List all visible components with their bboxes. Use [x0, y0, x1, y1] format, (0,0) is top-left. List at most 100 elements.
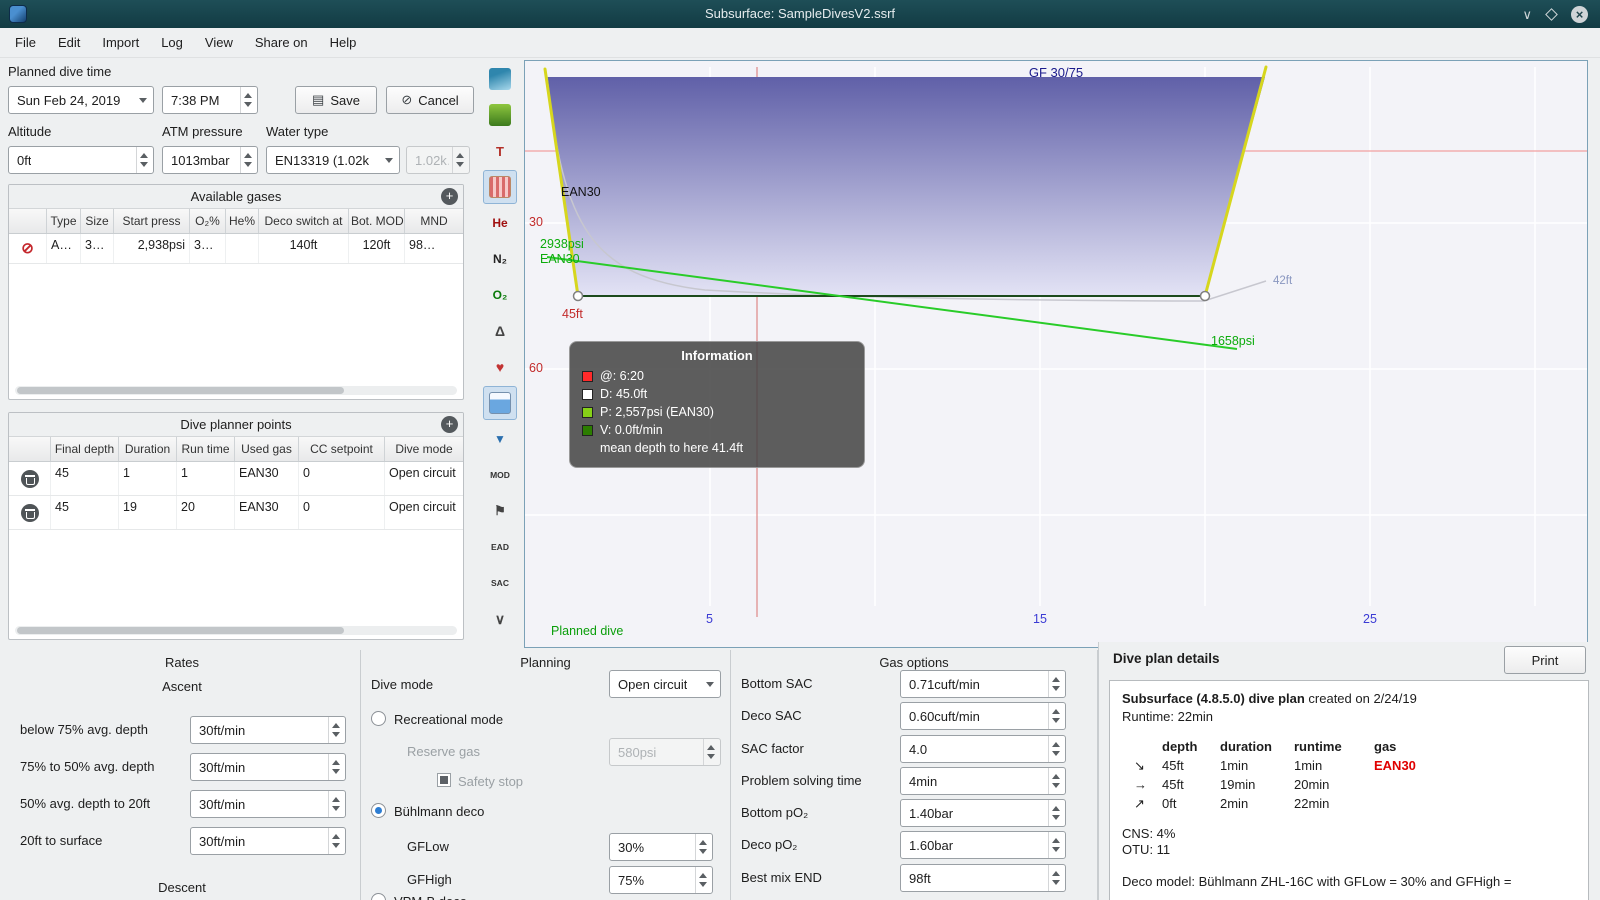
ead-icon[interactable]: EAD — [483, 530, 517, 564]
add-waypoint-button[interactable]: + — [441, 416, 458, 433]
spinner-buttons-icon[interactable] — [328, 828, 342, 854]
ascent-rate-50-spinner[interactable]: 30ft/min — [190, 753, 346, 781]
tissue-heatmap-icon[interactable] — [483, 170, 517, 204]
ascent-rate-75-spinner[interactable]: 30ft/min — [190, 716, 346, 744]
photos-icon[interactable] — [483, 386, 517, 420]
column-header-duration[interactable]: Duration — [119, 437, 177, 461]
column-header-size[interactable]: Size — [81, 209, 114, 233]
close-window-icon[interactable]: × — [1571, 5, 1588, 23]
spinner-buttons-icon[interactable] — [1048, 832, 1062, 858]
problem-solving-time-spinner[interactable]: 4min — [900, 767, 1066, 795]
waypoint-gas-cell[interactable]: EAN30 — [235, 462, 299, 495]
spinner-buttons-icon[interactable] — [695, 867, 709, 893]
temperature-icon[interactable]: T — [483, 134, 517, 168]
sac-icon[interactable]: SAC — [483, 566, 517, 600]
column-header-used-gas[interactable]: Used gas — [235, 437, 299, 461]
waypoint-row[interactable]: 45 19 20 EAN30 0 Open circuit — [9, 496, 463, 530]
delete-waypoint-icon[interactable] — [20, 469, 39, 488]
buhlmann-deco-radio[interactable] — [371, 803, 386, 818]
gfhigh-spinner[interactable]: 75% — [609, 866, 713, 894]
waypoint-handle[interactable] — [1199, 290, 1211, 302]
water-type-combo[interactable]: EN13319 (1.02k — [266, 146, 400, 174]
best-mix-end-spinner[interactable]: 98ft — [900, 864, 1066, 892]
spinner-buttons-icon[interactable] — [695, 834, 709, 860]
spinner-buttons-icon[interactable] — [136, 147, 150, 173]
pp-nitrogen-icon[interactable]: N₂ — [483, 242, 517, 276]
gas-bot-mod-cell[interactable]: 120ft — [349, 234, 405, 263]
spinner-buttons-icon[interactable] — [328, 717, 342, 743]
spinner-buttons-icon[interactable] — [240, 147, 254, 173]
maximize-window-icon[interactable] — [1545, 7, 1558, 21]
spinner-buttons-icon[interactable] — [1048, 736, 1062, 762]
column-header-start-press[interactable]: Start press — [114, 209, 190, 233]
atm-pressure-spinner[interactable]: 1013mbar — [162, 146, 258, 174]
titlebar[interactable]: Subsurface: SampleDivesV2.ssrf ∨ × — [0, 0, 1600, 28]
menu-import[interactable]: Import — [91, 30, 150, 55]
deco-po2-spinner[interactable]: 1.60bar — [900, 831, 1066, 859]
spinner-buttons-icon[interactable] — [328, 791, 342, 817]
vpmb-deco-radio[interactable] — [371, 893, 386, 900]
gas-he-cell[interactable] — [226, 234, 259, 263]
pp-oxygen-icon[interactable]: O₂ — [483, 278, 517, 312]
menu-help[interactable]: Help — [319, 30, 368, 55]
spinner-buttons-icon[interactable] — [328, 754, 342, 780]
menu-file[interactable]: File — [4, 30, 47, 55]
ascent-rate-20ft-spinner[interactable]: 30ft/min — [190, 790, 346, 818]
column-header-cc-setpoint[interactable]: CC setpoint — [299, 437, 385, 461]
column-header-bot-mod[interactable]: Bot. MOD — [349, 209, 405, 233]
shade-window-icon[interactable]: ∨ — [1522, 8, 1532, 21]
column-header-final-depth[interactable]: Final depth — [51, 437, 119, 461]
gas-table-row[interactable]: ⊘ A… 3… 2,938psi 3… 140ft 120ft 98… — [9, 234, 463, 264]
waypoint-mode-cell[interactable]: Open circuit — [385, 496, 463, 529]
menu-view[interactable]: View — [194, 30, 244, 55]
salinity-icon[interactable]: ▼ — [483, 422, 517, 456]
collapse-icon[interactable]: ∨ — [483, 602, 517, 636]
column-header-o2[interactable]: O₂% — [190, 209, 226, 233]
gas-o2-cell[interactable]: 3… — [190, 234, 226, 263]
bottom-sac-spinner[interactable]: 0.71cuft/min — [900, 670, 1066, 698]
waypoint-setpoint-cell[interactable]: 0 — [299, 496, 385, 529]
heart-rate-icon[interactable]: ♥ — [483, 350, 517, 384]
add-cylinder-button[interactable]: + — [441, 188, 458, 205]
gas-size-cell[interactable]: 3… — [81, 234, 114, 263]
spinner-buttons-icon[interactable] — [1048, 800, 1062, 826]
deco-sac-spinner[interactable]: 0.60cuft/min — [900, 702, 1066, 730]
gas-start-press-cell[interactable]: 2,938psi — [114, 234, 190, 263]
menu-share-on[interactable]: Share on — [244, 30, 319, 55]
recreational-mode-radio[interactable] — [371, 711, 386, 726]
profile-scale-icon[interactable] — [483, 62, 517, 96]
waypoint-runtime-cell[interactable]: 20 — [177, 496, 235, 529]
points-hscrollbar[interactable] — [15, 626, 457, 635]
dc-ceiling-icon[interactable]: Δ — [483, 314, 517, 348]
waypoint-depth-cell[interactable]: 45 — [51, 496, 119, 529]
menu-log[interactable]: Log — [150, 30, 194, 55]
waypoint-mode-cell[interactable]: Open circuit — [385, 462, 463, 495]
column-header-he[interactable]: He% — [226, 209, 259, 233]
gas-mnd-cell[interactable]: 98… — [405, 234, 463, 263]
column-header-dive-mode[interactable]: Dive mode — [385, 437, 463, 461]
print-button[interactable]: Print — [1504, 646, 1586, 674]
dive-mode-combo[interactable]: Open circuit — [609, 670, 721, 698]
dive-profile-chart[interactable]: GF 30/75 30 60 5 15 25 EAN30 2938psi EAN… — [524, 60, 1588, 648]
spinner-buttons-icon[interactable] — [1048, 768, 1062, 794]
gas-pressures-icon[interactable] — [483, 98, 517, 132]
ndl-tts-icon[interactable]: ⚑ — [483, 494, 517, 528]
scrollbar-thumb[interactable] — [17, 387, 345, 394]
dive-time-spinner[interactable]: 7:38 PM — [162, 86, 258, 114]
scrollbar-thumb[interactable] — [17, 627, 345, 634]
column-header-deco-switch[interactable]: Deco switch at — [259, 209, 349, 233]
cancel-button[interactable]: ⊘ Cancel — [386, 86, 474, 114]
spinner-buttons-icon[interactable] — [1048, 703, 1062, 729]
column-header-run-time[interactable]: Run time — [177, 437, 235, 461]
gflow-spinner[interactable]: 30% — [609, 833, 713, 861]
waypoint-duration-cell[interactable]: 1 — [119, 462, 177, 495]
column-header-type[interactable]: Type — [47, 209, 81, 233]
menu-edit[interactable]: Edit — [47, 30, 91, 55]
safety-stop-checkbox[interactable] — [437, 773, 451, 787]
spinner-buttons-icon[interactable] — [1048, 865, 1062, 891]
waypoint-row[interactable]: 45 1 1 EAN30 0 Open circuit — [9, 462, 463, 496]
waypoint-runtime-cell[interactable]: 1 — [177, 462, 235, 495]
dive-date-combo[interactable]: Sun Feb 24, 2019 — [8, 86, 154, 114]
waypoint-duration-cell[interactable]: 19 — [119, 496, 177, 529]
spinner-buttons-icon[interactable] — [1048, 671, 1062, 697]
